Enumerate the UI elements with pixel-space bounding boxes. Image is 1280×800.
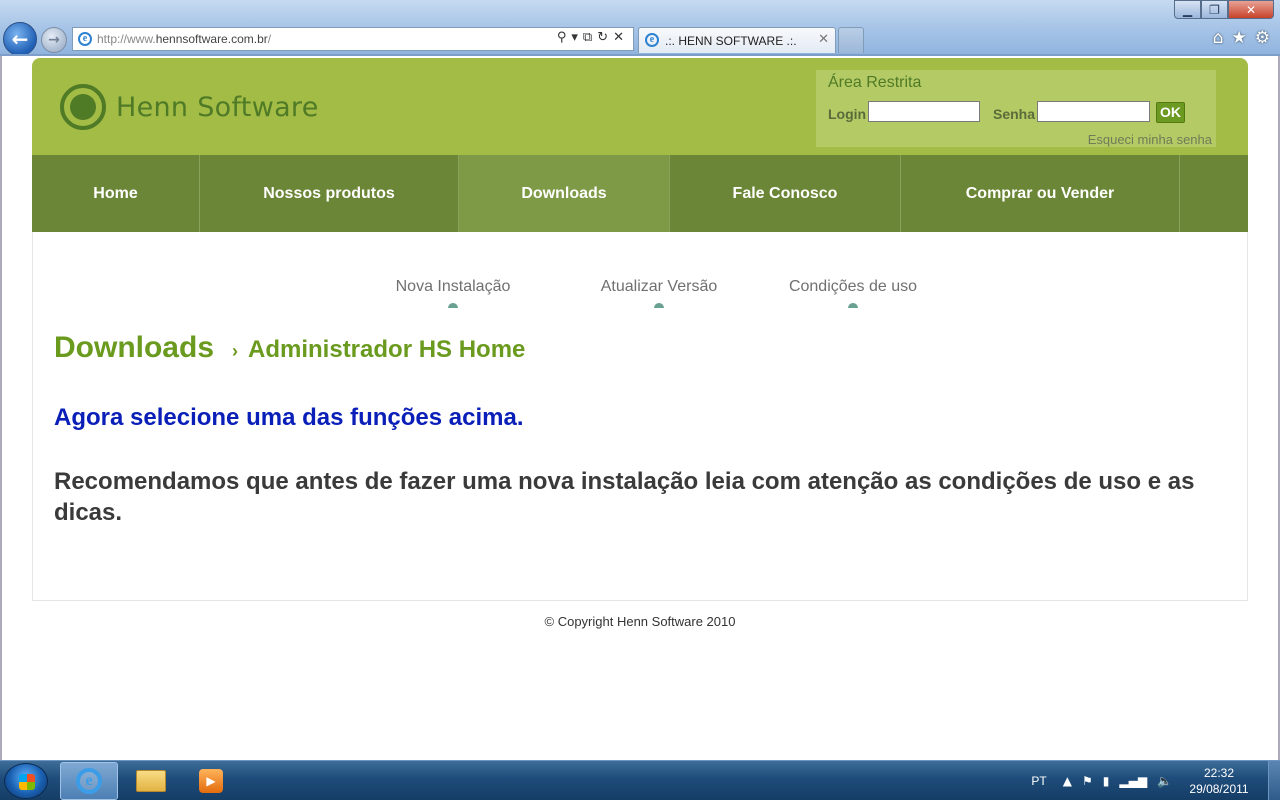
nav-item-comprar-ou-vender[interactable]: Comprar ou Vender (901, 155, 1180, 232)
start-button[interactable] (4, 763, 48, 799)
sub-link-label: Nova Instalação (395, 278, 511, 295)
taskbar-explorer[interactable] (122, 762, 180, 800)
address-domain: hennsoftware.com.br (155, 32, 268, 46)
search-icon[interactable]: ⚲ (557, 30, 572, 45)
volume-icon[interactable]: 🔈 (1157, 774, 1172, 788)
instruction-text: Agora selecione uma das funções acima. (54, 404, 524, 431)
refresh-icon[interactable]: ↻ (597, 30, 613, 45)
taskbar-internet-explorer[interactable]: e (60, 762, 118, 800)
senha-label: Senha (993, 106, 1036, 122)
tab-close-icon[interactable]: ✕ (818, 32, 829, 47)
close-icon: ✕ (1245, 2, 1257, 17)
nav-item-downloads[interactable]: Downloads (459, 155, 670, 242)
forward-button[interactable]: → (41, 27, 67, 53)
restore-button[interactable]: ❐ (1201, 0, 1228, 19)
sub-link-label: Atualizar Versão (600, 278, 718, 295)
sub-link-dot (848, 303, 858, 308)
taskbar: e ▶ PT ▲ ⚑ ▮ ▂▄▆ 🔈 22:32 29/08/2011 (0, 760, 1280, 800)
clock-date: 29/08/2011 (1189, 782, 1249, 796)
address-suffix: / (267, 32, 272, 46)
address-prefix: http://www. (97, 32, 156, 46)
minimize-icon: ▁ (1182, 2, 1193, 17)
restricted-area-box: Área Restrita Login Senha OK Esqueci min… (816, 70, 1216, 147)
restricted-area-title: Área Restrita (828, 74, 922, 91)
footer-copyright: © Copyright Henn Software 2010 (544, 614, 736, 629)
address-actions: ⚲▾⧉↻✕ (557, 30, 629, 45)
power-icon[interactable]: ▮ (1103, 774, 1110, 788)
main-nav: Home Nossos produtos Downloads Fale Cono… (32, 155, 1248, 242)
nav-item-nossos-produtos[interactable]: Nossos produtos (200, 155, 459, 232)
dropdown-icon[interactable]: ▾ (571, 30, 583, 45)
site-header: Henn Software Área Restrita Login Senha … (32, 58, 1248, 155)
compatibility-icon[interactable]: ⧉ (583, 30, 597, 45)
nav-item-fale-conosco[interactable]: Fale Conosco (670, 155, 901, 232)
folder-icon (136, 770, 166, 792)
arrow-left-icon: ← (11, 27, 29, 51)
sub-link-dot (448, 303, 458, 308)
logo-mark-icon (60, 84, 106, 130)
system-tray: PT ▲ ⚑ ▮ ▂▄▆ 🔈 22:32 29/08/2011 (1031, 761, 1280, 800)
forgot-password-link[interactable]: Esqueci minha senha (1088, 132, 1212, 147)
site-logo[interactable]: Henn Software (60, 84, 319, 130)
sub-link-nova-instalacao[interactable]: Nova Instalação (378, 278, 528, 308)
taskbar-media-player[interactable]: ▶ (182, 762, 240, 800)
ie-icon: e (76, 768, 102, 794)
page-title: Downloads (54, 331, 215, 364)
media-player-icon: ▶ (199, 769, 223, 793)
breadcrumb-chevron-icon: › (232, 341, 239, 361)
restore-icon: ❐ (1209, 2, 1220, 17)
stop-icon[interactable]: ✕ (613, 30, 629, 45)
close-window-button[interactable]: ✕ (1228, 0, 1274, 19)
address-text[interactable]: http://www.hennsoftware.com.br/ (97, 32, 271, 46)
sub-link-label: Condições de uso (788, 278, 918, 295)
clock-time: 22:32 (1203, 766, 1235, 780)
minimize-button[interactable]: ▁ (1174, 0, 1201, 19)
back-button[interactable]: ← (3, 22, 37, 56)
logo-text: Henn Software (116, 91, 319, 123)
address-bar[interactable]: e http://www.hennsoftware.com.br/ ⚲▾⧉↻✕ (72, 27, 634, 51)
recommendation-text: Recomendamos que antes de fazer uma nova… (54, 468, 1195, 526)
favorites-icon[interactable]: ★ (1232, 28, 1247, 48)
page-subtitle: Administrador HS Home (248, 336, 526, 363)
main-content: Nova Instalação Atualizar Versão Condiçõ… (32, 232, 1248, 601)
new-tab-button[interactable] (838, 27, 864, 53)
senha-input[interactable] (1037, 101, 1150, 122)
page-heading: Downloads › Administrador HS Home (54, 331, 525, 365)
login-label: Login (828, 106, 867, 122)
ok-button[interactable]: OK (1156, 102, 1185, 123)
show-desktop-button[interactable] (1268, 761, 1280, 800)
browser-toolbar: ⌂ ★ ⚙ (1213, 28, 1270, 48)
ie-tab-icon: e (645, 33, 659, 47)
show-hidden-icons-icon[interactable]: ▲ (1063, 774, 1072, 788)
language-indicator[interactable]: PT (1031, 774, 1046, 788)
tools-icon[interactable]: ⚙ (1255, 28, 1270, 48)
home-icon[interactable]: ⌂ (1213, 28, 1224, 48)
tab-title: .:. HENN SOFTWARE .:. (665, 34, 797, 48)
ie-page-icon: e (78, 32, 92, 46)
logo-mark-inner (70, 94, 96, 120)
arrow-right-icon: → (48, 32, 60, 48)
action-center-flag-icon[interactable]: ⚑ (1082, 774, 1093, 788)
network-icon[interactable]: ▂▄▆ (1119, 774, 1147, 788)
clock[interactable]: 22:32 29/08/2011 (1182, 765, 1256, 797)
sub-link-dot (654, 303, 664, 308)
login-input[interactable] (868, 101, 980, 122)
sub-link-atualizar-versao[interactable]: Atualizar Versão (584, 278, 734, 308)
sub-link-condicoes-de-uso[interactable]: Condições de uso (778, 278, 928, 308)
browser-chrome: ← → e http://www.hennsoftware.com.br/ ⚲▾… (0, 0, 1280, 56)
window-controls: ▁ ❐ ✕ (1174, 0, 1274, 19)
tab-henn-software[interactable]: e .:. HENN SOFTWARE .:. ✕ (638, 27, 836, 53)
nav-item-home[interactable]: Home (32, 155, 200, 232)
